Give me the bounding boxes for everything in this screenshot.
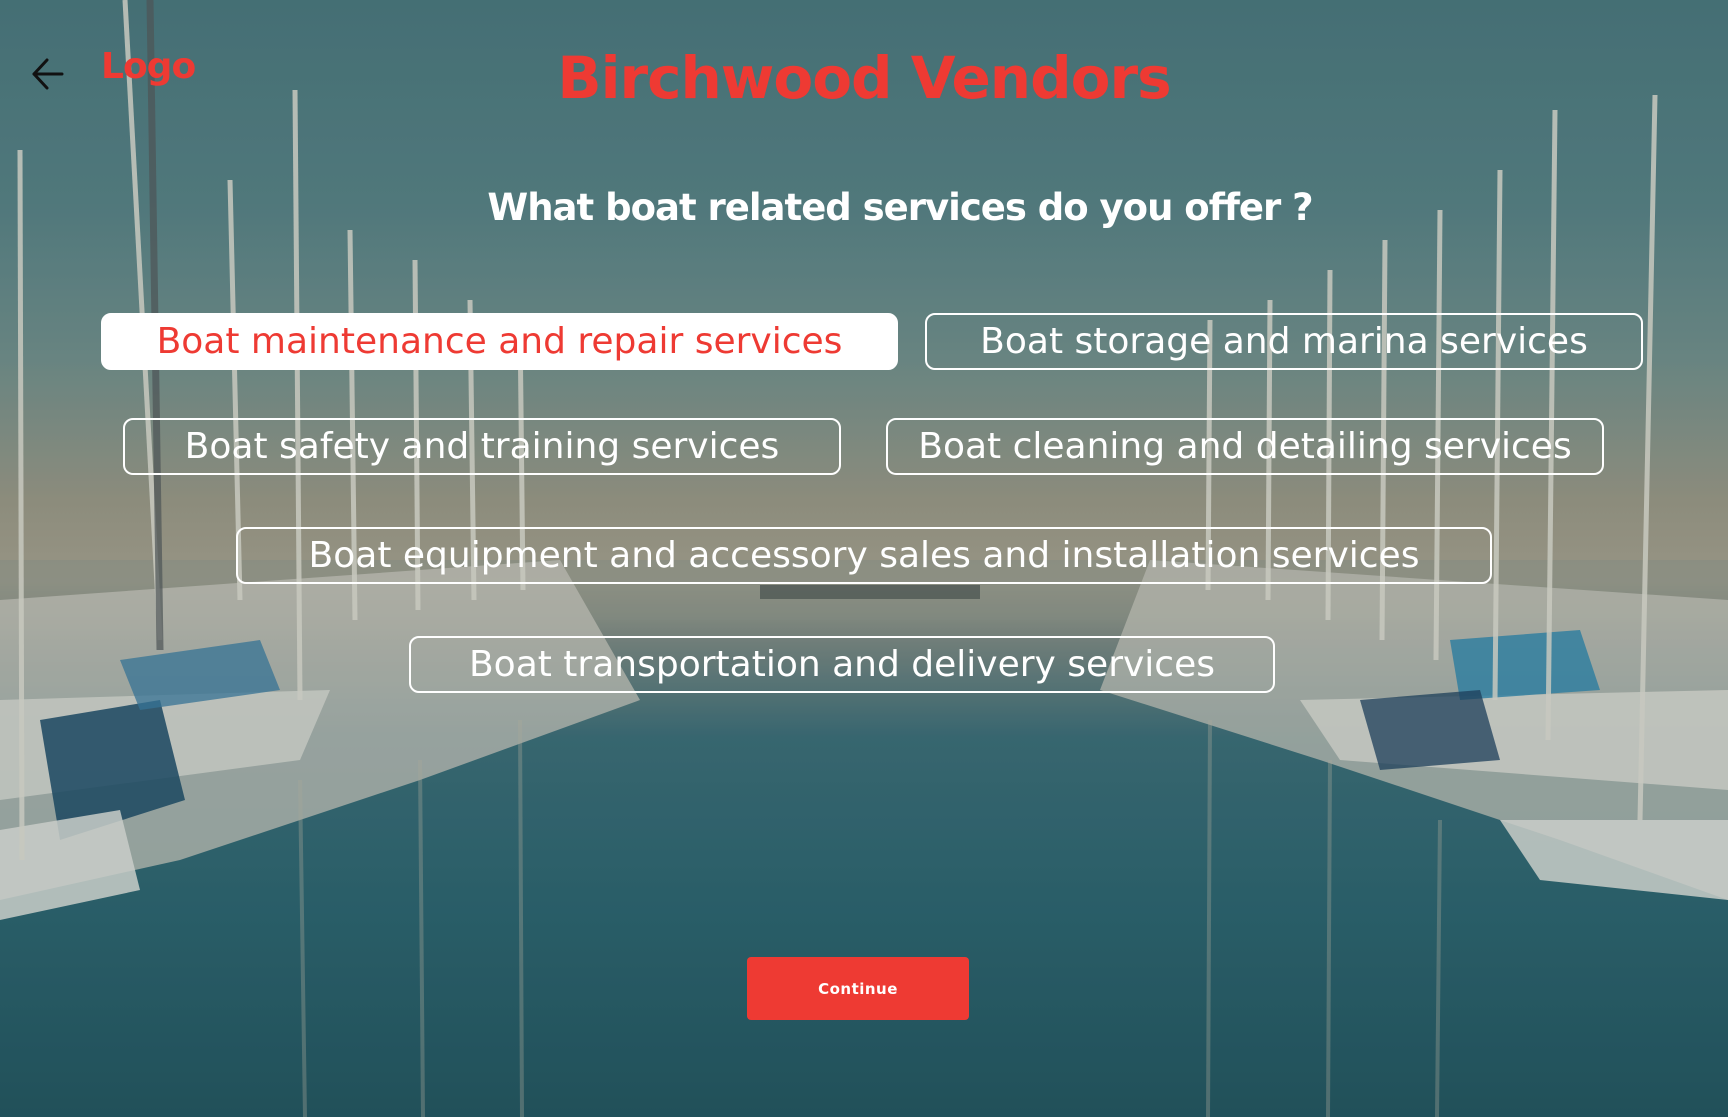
service-option-storage-marina[interactable]: Boat storage and marina services <box>925 313 1643 370</box>
service-option-maintenance-repair[interactable]: Boat maintenance and repair services <box>101 313 898 370</box>
service-option-cleaning-detailing[interactable]: Boat cleaning and detailing services <box>886 418 1604 475</box>
question-heading: What boat related services do you offer … <box>487 186 1313 229</box>
service-option-equipment-sales-installation[interactable]: Boat equipment and accessory sales and i… <box>236 527 1492 584</box>
continue-button[interactable]: Continue <box>747 957 969 1020</box>
service-option-transportation-delivery[interactable]: Boat transportation and delivery service… <box>409 636 1275 693</box>
service-option-safety-training[interactable]: Boat safety and training services <box>123 418 841 475</box>
brand-title: Birchwood Vendors <box>557 44 1171 112</box>
